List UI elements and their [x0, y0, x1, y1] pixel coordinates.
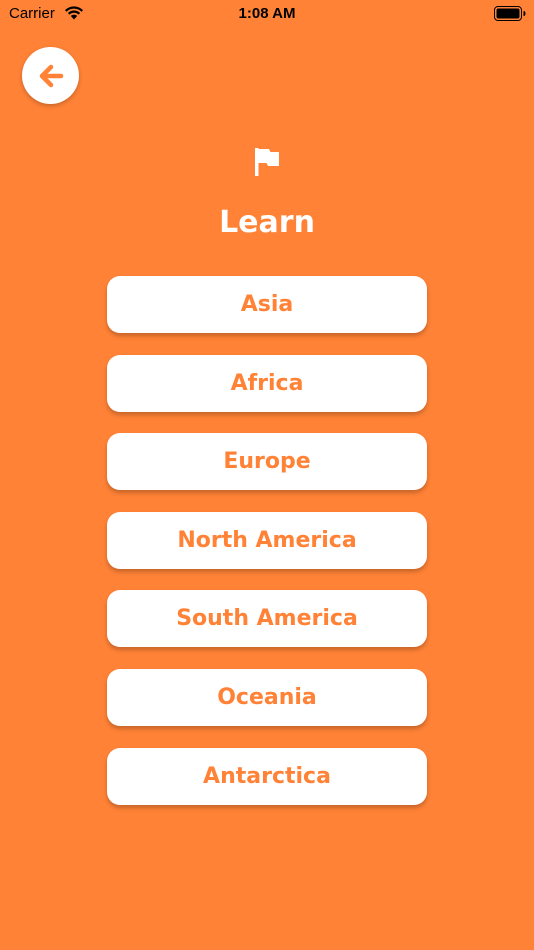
flag-icon — [255, 148, 279, 176]
page-title: Learn — [219, 205, 315, 240]
status-bar: Carrier 1:08 AM — [0, 0, 534, 28]
continent-button-antarctica[interactable]: Antarctica — [107, 747, 427, 805]
continent-button-europe[interactable]: Europe — [107, 433, 427, 491]
continent-button-south-america[interactable]: South America — [107, 590, 427, 648]
battery-icon — [494, 6, 526, 21]
status-time: 1:08 AM — [238, 5, 296, 22]
continent-button-oceania[interactable]: Oceania — [107, 668, 427, 726]
back-arrow-icon — [39, 64, 63, 87]
back-button[interactable] — [22, 47, 79, 104]
continent-list: Asia Africa Europe North America South A… — [107, 276, 427, 826]
continent-button-asia[interactable]: Asia — [107, 276, 427, 333]
continent-button-north-america[interactable]: North America — [107, 511, 427, 569]
continent-button-africa[interactable]: Africa — [107, 354, 427, 412]
